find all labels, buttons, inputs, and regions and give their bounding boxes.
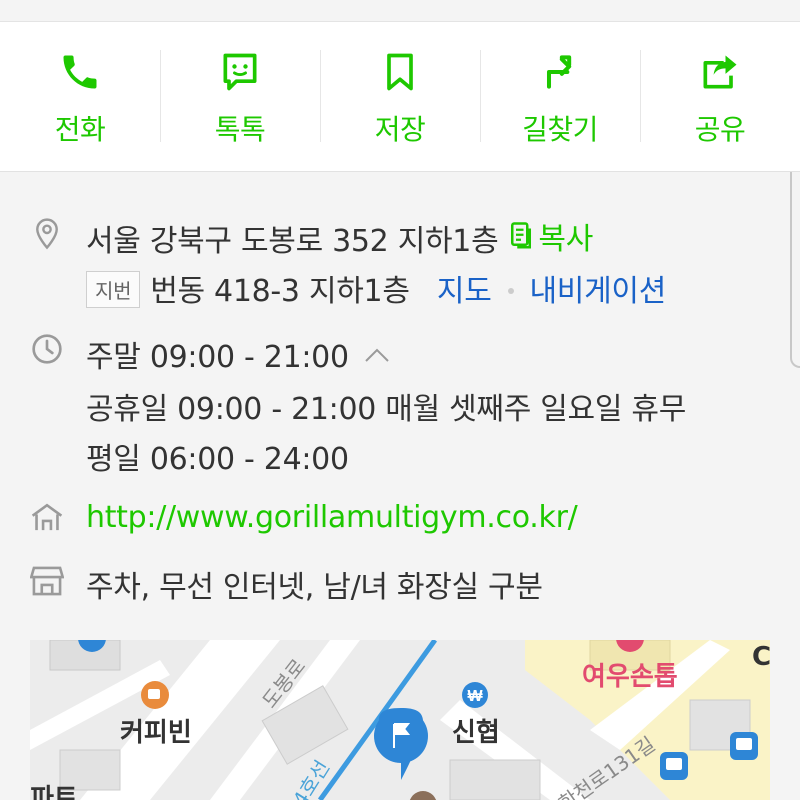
top-strip: [0, 0, 800, 22]
road-address: 서울 강북구 도봉로 352 지하1층: [86, 224, 499, 259]
hours-weekend: 주말 09:00 - 21:00: [86, 340, 349, 375]
talk-button[interactable]: 톡톡: [160, 22, 320, 171]
amenities: 주차, 무선 인터넷, 남/녀 화장실 구분: [86, 570, 543, 605]
jibun-badge: 지번: [86, 271, 141, 308]
map-label-cafe: 커피빈: [120, 718, 192, 748]
share-icon: [696, 48, 744, 96]
svg-text:₩: ₩: [467, 688, 483, 705]
map-label-bank: 신협: [452, 718, 500, 748]
scrollbar[interactable]: [790, 172, 800, 368]
talk-label: 톡톡: [214, 113, 266, 146]
road-address-row: 서울 강북구 도봉로 352 지하1층 복사: [86, 214, 593, 260]
call-label: 전화: [54, 113, 106, 146]
map-preview[interactable]: ₩ 커피빈 신협 여우손톱 파트 C 도봉로 한천로131길 4호선: [30, 640, 770, 800]
bookmark-icon: [376, 48, 424, 96]
website-link[interactable]: http://www.gorillamultigym.co.kr/: [86, 500, 578, 535]
separator-dot: [507, 287, 514, 294]
home-icon: [30, 500, 64, 534]
action-bar: 전화 톡톡 저장 길찾기 공유: [0, 22, 800, 172]
chevron-up-icon[interactable]: [363, 337, 391, 372]
directions-icon: [536, 48, 584, 96]
store-icon: [30, 564, 64, 598]
save-button[interactable]: 저장: [320, 22, 480, 171]
jibun-address: 번동 418-3 지하1층: [150, 274, 410, 309]
copy-label: 복사: [538, 222, 594, 257]
map-label-partial-left: 파트: [30, 784, 78, 800]
save-label: 저장: [374, 113, 426, 146]
map-link[interactable]: 지도: [437, 274, 492, 309]
map-label-shop: 여우손톱: [582, 662, 678, 692]
copy-button[interactable]: 복사: [508, 214, 593, 258]
share-label: 공유: [694, 113, 746, 146]
jibun-address-row: 지번 번동 418-3 지하1층 지도 내비게이션: [86, 266, 666, 311]
map-label-partial-right: C: [752, 642, 770, 672]
hours-weekday: 평일 06:00 - 24:00: [86, 442, 349, 477]
call-button[interactable]: 전화: [0, 22, 160, 171]
copy-icon: [511, 222, 532, 249]
phone-icon: [56, 48, 104, 96]
share-button[interactable]: 공유: [640, 22, 800, 171]
hours-weekend-row[interactable]: 주말 09:00 - 21:00: [86, 332, 391, 376]
location-pin-icon: [30, 216, 64, 250]
directions-label: 길찾기: [522, 113, 598, 146]
hours-holiday: 공휴일 09:00 - 21:00 매월 셋째주 일요일 휴무: [86, 392, 686, 427]
directions-button[interactable]: 길찾기: [480, 22, 640, 171]
clock-icon: [30, 332, 64, 366]
navigation-link[interactable]: 내비게이션: [530, 274, 667, 309]
chat-icon: [216, 48, 264, 96]
